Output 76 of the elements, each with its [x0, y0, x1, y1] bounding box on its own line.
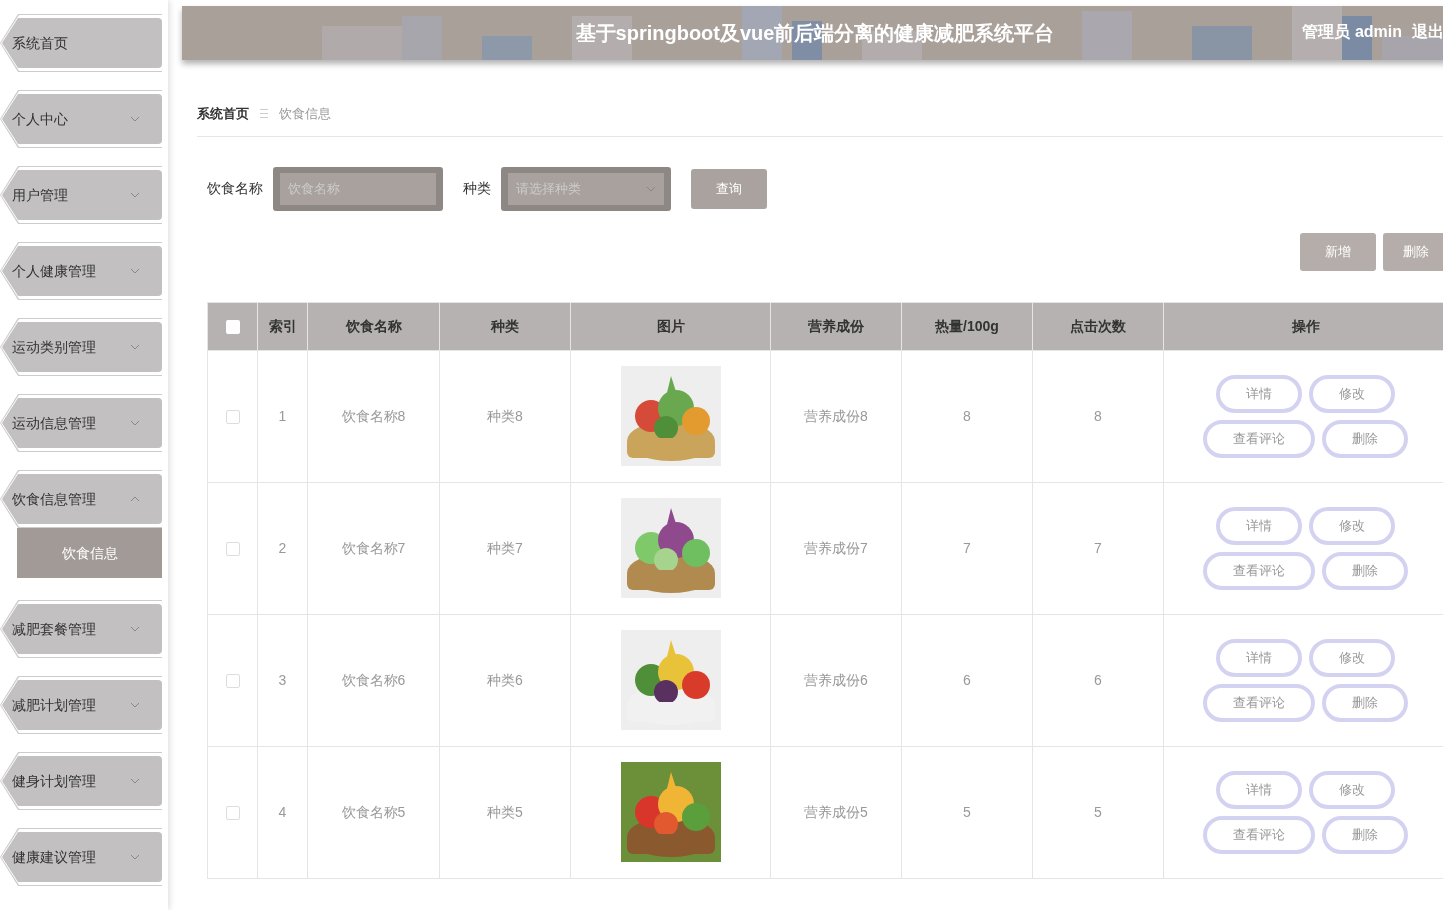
breadcrumb-item[interactable]: 系统首页: [197, 104, 249, 124]
sidebar-item[interactable]: 减肥计划管理: [2, 680, 162, 730]
table-cell-text: 营养成份8: [804, 407, 868, 424]
checkbox[interactable]: [225, 409, 240, 424]
table-cell-text: 营养成份5: [804, 803, 868, 820]
delete-button[interactable]: 删除: [1383, 232, 1443, 271]
field-label: 种类: [463, 179, 491, 198]
column-header: 饮食名称: [345, 317, 402, 334]
breadcrumb-item: 饮食信息: [279, 105, 331, 123]
table-cell-text: 种类7: [487, 539, 523, 556]
table-cell-text: 7: [1094, 539, 1102, 556]
logout-link[interactable]: 退出: [1412, 20, 1443, 44]
table-cell-text: 3: [278, 671, 287, 688]
delete-button[interactable]: 删除: [1322, 683, 1408, 722]
table-cell-text: 饮食名称5: [341, 803, 406, 820]
checkbox[interactable]: [225, 805, 240, 820]
sidebar-item[interactable]: 个人中心: [2, 94, 162, 144]
table-cell-text: 7: [963, 539, 971, 556]
table-cell-text: 种类5: [487, 803, 523, 820]
table-cell-text: 饮食名称6: [341, 671, 406, 688]
edit-button[interactable]: 修改: [1309, 638, 1395, 677]
edit-button[interactable]: 修改: [1309, 770, 1395, 809]
sidebar-item[interactable]: 健身计划管理: [2, 756, 162, 806]
table-cell-text: 营养成份6: [804, 671, 868, 688]
comments-button[interactable]: 查看评论: [1203, 683, 1315, 722]
sidebar-item[interactable]: 个人健康管理: [2, 246, 162, 296]
table-cell-text: 1: [278, 407, 287, 424]
column-header: 操作: [1291, 317, 1320, 334]
column-header: 热量/100g: [935, 317, 999, 334]
page-title: 基于springboot及vue前后端分离的健康减肥系统平台: [575, 21, 1055, 46]
edit-button[interactable]: 修改: [1309, 374, 1395, 413]
column-header: 图片: [656, 317, 685, 334]
chevron-down-icon: [646, 185, 656, 192]
comments-button[interactable]: 查看评论: [1203, 815, 1315, 854]
sidebar-item[interactable]: 运动信息管理: [2, 398, 162, 448]
table-cell-text: 营养成份7: [804, 539, 868, 556]
comments-button[interactable]: 查看评论: [1203, 419, 1315, 458]
checkbox[interactable]: [225, 673, 240, 688]
table-cell-text: 5: [1094, 803, 1102, 820]
sidebar-item[interactable]: 系统首页: [2, 18, 162, 68]
table-cell-text: 6: [1094, 671, 1102, 688]
table-cell-text: 5: [963, 803, 971, 820]
detail-button[interactable]: 详情: [1216, 374, 1302, 413]
field-label: 饮食名称: [207, 179, 263, 198]
detail-button[interactable]: 详情: [1216, 506, 1302, 545]
detail-button[interactable]: 详情: [1216, 638, 1302, 677]
column-header: 点击次数: [1070, 317, 1126, 334]
delete-button[interactable]: 删除: [1322, 419, 1408, 458]
table-cell-text: 饮食名称8: [341, 407, 406, 424]
table-cell-text: 2: [278, 539, 287, 556]
table-cell-text: 饮食名称7: [341, 539, 406, 556]
table-cell-text: 4: [278, 803, 287, 820]
sidebar-item[interactable]: 饮食信息管理: [2, 474, 162, 524]
sidebar-item[interactable]: 健康建议管理: [2, 832, 162, 882]
column-header: 营养成份: [808, 317, 864, 334]
detail-button[interactable]: 详情: [1216, 770, 1302, 809]
column-header: 索引: [268, 317, 297, 334]
comments-button[interactable]: 查看评论: [1203, 551, 1315, 590]
table-cell-text: 8: [1094, 407, 1102, 424]
sidebar-item[interactable]: 用户管理: [2, 170, 162, 220]
table-cell-text: 8: [963, 407, 971, 424]
table-cell-text: 种类8: [487, 407, 523, 424]
checkbox[interactable]: [225, 319, 240, 334]
column-header: 种类: [491, 317, 519, 334]
table-cell-text: 6: [963, 671, 971, 688]
search-button[interactable]: 查询: [691, 168, 767, 209]
edit-button[interactable]: 修改: [1309, 506, 1395, 545]
checkbox[interactable]: [225, 541, 240, 556]
sidebar-item[interactable]: 减肥套餐管理: [2, 604, 162, 654]
add-button[interactable]: 新增: [1300, 232, 1376, 271]
user-label: 管理员 admin: [1302, 22, 1402, 42]
delete-button[interactable]: 删除: [1322, 551, 1408, 590]
submenu-item[interactable]: 饮食信息: [17, 528, 162, 578]
delete-button[interactable]: 删除: [1322, 815, 1408, 854]
table-cell-text: 种类6: [487, 671, 523, 688]
sidebar-item[interactable]: 运动类别管理: [2, 322, 162, 372]
